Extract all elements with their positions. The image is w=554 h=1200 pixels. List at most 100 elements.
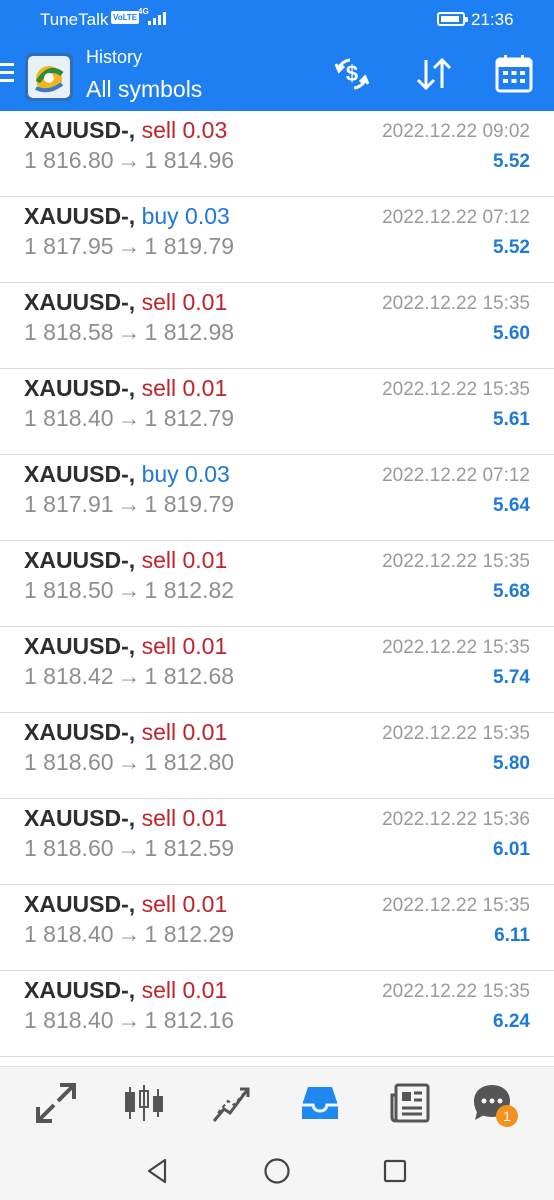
trade-prices: 1 818.40 → 1 812.79 — [24, 405, 235, 431]
table-row[interactable]: XAUUSD-, sell 0.01 2022.12.22 15:35 1 81… — [0, 713, 554, 799]
calendar-button[interactable] — [492, 54, 536, 94]
bottom-navigation: 1 — [0, 1066, 554, 1140]
volte-badge: VoLTE — [111, 11, 140, 24]
trade-symbol: XAUUSD-, sell 0.01 — [24, 719, 228, 745]
trade-symbol: XAUUSD-, sell 0.01 — [24, 289, 228, 315]
trade-prices: 1 818.40 → 1 812.16 — [24, 1007, 235, 1033]
sort-button[interactable] — [412, 54, 456, 94]
trade-side: sell 0.01 — [141, 375, 228, 401]
trade-symbol: XAUUSD-, sell 0.01 — [24, 633, 228, 659]
battery-icon — [437, 12, 468, 26]
trade-time: 2022.12.22 15:36 — [382, 809, 530, 830]
trade-side: sell 0.03 — [141, 117, 228, 143]
trade-prices: 1 818.58 → 1 812.98 — [24, 319, 235, 345]
trade-profit: 5.52 — [493, 237, 530, 258]
trade-side: buy 0.03 — [141, 461, 230, 487]
trade-time: 2022.12.22 07:12 — [382, 207, 530, 228]
currency-exchange-icon: $ — [334, 58, 370, 90]
trade-symbol: XAUUSD-, buy 0.03 — [24, 461, 230, 487]
system-navigation — [0, 1140, 554, 1200]
status-bar: TuneTalk VoLTE 4G 21:36 — [0, 0, 554, 38]
table-row[interactable]: XAUUSD-, sell 0.01 2022.12.22 15:35 1 81… — [0, 369, 554, 455]
sort-icon — [416, 57, 452, 91]
trade-prices: 1 817.91 → 1 819.79 — [24, 491, 235, 517]
trade-time: 2022.12.22 09:02 — [382, 121, 530, 142]
calendar-icon — [495, 55, 533, 93]
trade-symbol: XAUUSD-, sell 0.01 — [24, 977, 228, 1003]
trade-prices: 1 818.50 → 1 812.82 — [24, 577, 235, 603]
nav-signals[interactable] — [210, 1081, 254, 1125]
trade-prices: 1 817.95 → 1 819.79 — [24, 233, 235, 259]
table-row[interactable]: XAUUSD-, sell 0.03 2022.12.22 09:02 1 81… — [0, 111, 554, 197]
table-row[interactable]: XAUUSD-, sell 0.01 2022.12.22 15:35 1 81… — [0, 885, 554, 971]
nav-history[interactable] — [298, 1081, 342, 1125]
trade-side: sell 0.01 — [141, 633, 228, 659]
history-list[interactable]: XAUUSD-, sell 0.03 2022.12.22 09:02 1 81… — [0, 111, 554, 1065]
trade-side: buy 0.03 — [141, 203, 230, 229]
trade-profit: 6.01 — [493, 839, 530, 860]
chat-badge: 1 — [496, 1105, 518, 1127]
trade-time: 2022.12.22 15:35 — [382, 895, 530, 916]
trade-time: 2022.12.22 15:35 — [382, 293, 530, 314]
table-row[interactable]: XAUUSD-, sell 0.01 2022.12.22 15:35 1 81… — [0, 541, 554, 627]
recents-button[interactable] — [380, 1156, 410, 1186]
page-title[interactable]: All symbols — [86, 76, 202, 103]
trade-profit: 5.80 — [493, 753, 530, 774]
nav-chat[interactable]: 1 — [470, 1081, 518, 1127]
trade-symbol: XAUUSD-, sell 0.01 — [24, 547, 228, 573]
trade-symbol: XAUUSD-, sell 0.01 — [24, 375, 228, 401]
trade-prices: 1 818.60 → 1 812.80 — [24, 749, 235, 775]
home-button[interactable] — [262, 1156, 292, 1186]
nav-trade[interactable] — [34, 1081, 78, 1125]
trade-side: sell 0.01 — [141, 719, 228, 745]
trade-time: 2022.12.22 15:35 — [382, 723, 530, 744]
trade-time: 2022.12.22 15:35 — [382, 637, 530, 658]
table-row[interactable]: XAUUSD-, buy 0.03 2022.12.22 07:12 1 817… — [0, 455, 554, 541]
trade-symbol: XAUUSD-, sell 0.01 — [24, 805, 228, 831]
table-row[interactable]: XAUUSD-, sell 0.01 2022.12.22 15:35 1 81… — [0, 283, 554, 369]
trade-prices: 1 818.40 → 1 812.29 — [24, 921, 235, 947]
trade-profit: 6.24 — [493, 1011, 530, 1032]
page-subtitle: History — [86, 47, 143, 67]
trade-profit: 5.61 — [493, 409, 530, 430]
trade-time: 2022.12.22 07:12 — [382, 465, 530, 486]
trade-symbol: XAUUSD-, sell 0.03 — [24, 117, 228, 143]
trade-profit: 5.64 — [493, 495, 530, 516]
home-circle-icon — [264, 1158, 290, 1184]
nav-chart[interactable] — [122, 1081, 166, 1125]
nav-news[interactable] — [388, 1081, 432, 1125]
metatrader-logo-icon — [25, 53, 73, 101]
trade-profit: 5.68 — [493, 581, 530, 602]
trade-symbol: XAUUSD-, buy 0.03 — [24, 203, 230, 229]
trade-time: 2022.12.22 15:35 — [382, 551, 530, 572]
carrier-name: TuneTalk — [40, 10, 109, 29]
table-row[interactable]: XAUUSD-, buy 0.03 2022.12.22 07:12 1 817… — [0, 197, 554, 283]
trade-side: sell 0.01 — [141, 805, 228, 831]
chart-icon — [125, 1085, 163, 1121]
app-header: TuneTalk VoLTE 4G 21:36 History All symb… — [0, 0, 554, 111]
trade-prices: 1 818.42 → 1 812.68 — [24, 663, 235, 689]
trade-profit: 6.11 — [494, 925, 530, 946]
svg-text:$: $ — [346, 61, 358, 86]
trade-profit: 5.74 — [493, 667, 530, 688]
back-button[interactable] — [143, 1156, 173, 1186]
trade-side: sell 0.01 — [141, 547, 228, 573]
back-triangle-icon — [147, 1158, 167, 1184]
trade-side: sell 0.01 — [141, 289, 228, 315]
deposit-withdraw-button[interactable]: $ — [330, 54, 374, 94]
trade-prices: 1 818.60 → 1 812.59 — [24, 835, 235, 861]
table-row[interactable]: XAUUSD-, sell 0.01 2022.12.22 15:35 1 81… — [0, 627, 554, 713]
status-time: 21:36 — [471, 10, 514, 29]
news-icon — [390, 1083, 430, 1123]
signal-icon — [148, 12, 166, 25]
trade-profit: 5.52 — [493, 151, 530, 172]
trade-signals-icon — [212, 1087, 250, 1122]
trade-prices: 1 816.80 → 1 814.96 — [24, 147, 235, 173]
menu-button[interactable] — [0, 60, 16, 86]
table-row[interactable]: XAUUSD-, sell 0.01 2022.12.22 15:36 1 81… — [0, 799, 554, 885]
recents-square-icon — [383, 1159, 407, 1183]
trade-side: sell 0.01 — [141, 977, 228, 1003]
table-row[interactable]: XAUUSD-, sell 0.01 2022.12.22 15:35 1 81… — [0, 971, 554, 1057]
trade-icon — [36, 1083, 76, 1123]
trade-profit: 5.60 — [493, 323, 530, 344]
